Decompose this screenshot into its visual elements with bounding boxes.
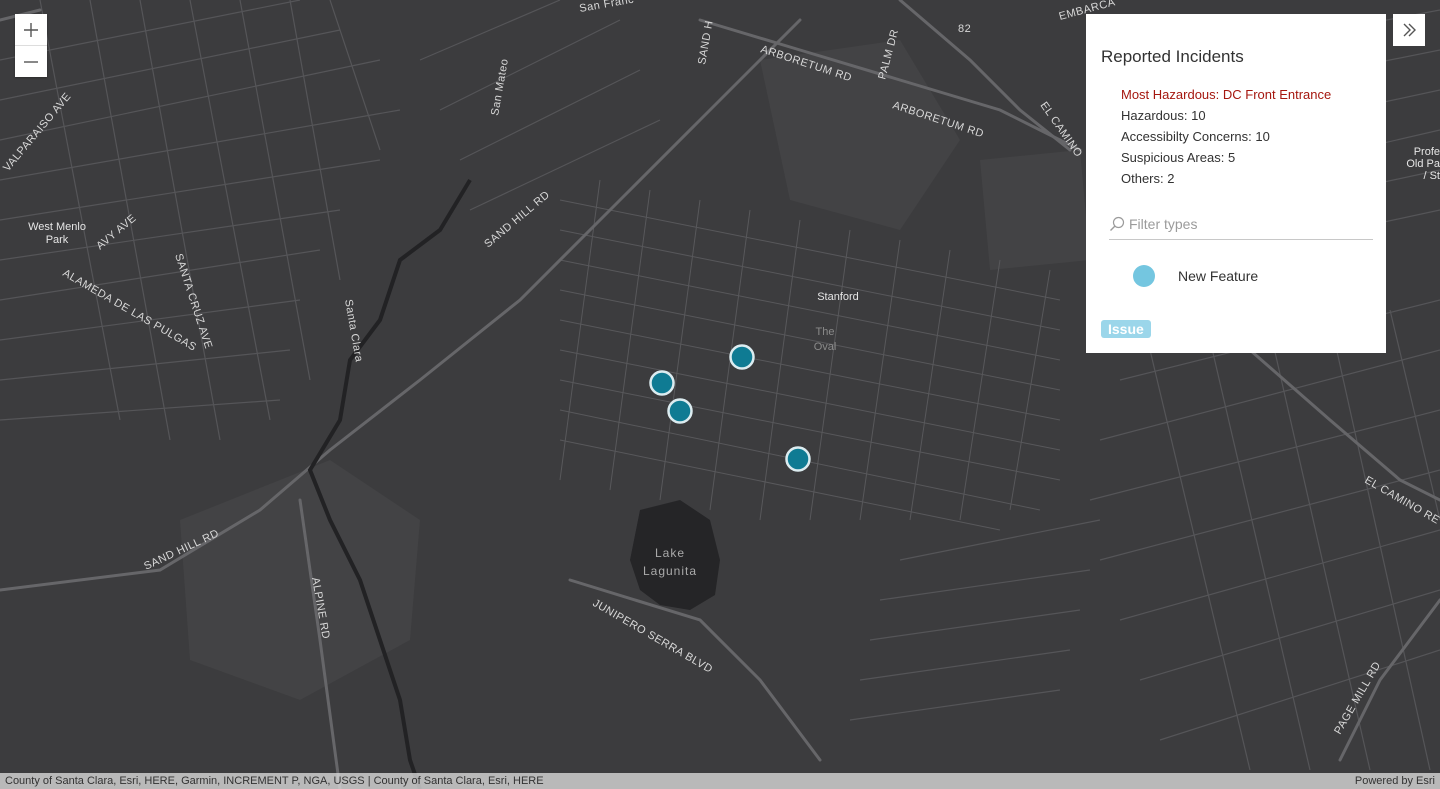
attribution-text: County of Santa Clara, Esri, HERE, Garmi… <box>5 775 544 787</box>
plus-icon <box>24 22 38 37</box>
place-label-lake: Lagunita <box>643 564 697 578</box>
stat-accessibility: Accessibilty Concerns: 10 <box>1121 129 1270 144</box>
minus-icon <box>24 60 38 63</box>
filter-field <box>1109 208 1373 240</box>
issue-button[interactable]: Issue <box>1101 320 1151 338</box>
incident-marker[interactable] <box>729 344 755 370</box>
feature-template-label: New Feature <box>1178 268 1259 284</box>
collapse-panel-button[interactable] <box>1393 14 1425 46</box>
zoom-in-button[interactable] <box>15 14 47 45</box>
place-label-old-palo: Profe <box>1414 146 1440 158</box>
zoom-control <box>15 14 47 77</box>
feature-template-new-feature[interactable]: New Feature <box>1109 254 1373 298</box>
place-label-old-palo: Old Pa <box>1406 158 1440 170</box>
place-label-west-menlo: Park <box>46 234 69 246</box>
incident-marker[interactable] <box>667 398 693 424</box>
place-label-lake: Lake <box>655 546 685 560</box>
attribution-bar: County of Santa Clara, Esri, HERE, Garmi… <box>0 773 1440 789</box>
feature-symbol-icon <box>1133 265 1155 287</box>
incident-marker[interactable] <box>649 370 675 396</box>
place-label-oval: Oval <box>814 341 837 353</box>
incidents-panel: Reported Incidents Most Hazardous: DC Fr… <box>1086 14 1386 353</box>
incident-stats: Most Hazardous: DC Front Entrance Hazard… <box>1121 84 1371 189</box>
stat-most-hazardous: Most Hazardous: DC Front Entrance <box>1121 87 1332 102</box>
incident-marker[interactable] <box>785 446 811 472</box>
place-label-oval: The <box>816 326 835 338</box>
powered-by-esri-link[interactable]: Powered by Esri <box>1355 775 1435 787</box>
place-label-old-palo: / St <box>1423 170 1440 182</box>
route-shield-label: 82 <box>958 23 971 35</box>
stat-hazardous: Hazardous: 10 <box>1121 108 1206 123</box>
place-label-west-menlo: West Menlo <box>28 221 86 233</box>
double-chevron-right-icon <box>1403 23 1416 37</box>
stat-suspicious: Suspicious Areas: 5 <box>1121 150 1236 165</box>
search-icon <box>1110 216 1125 231</box>
place-label-stanford: Stanford <box>817 291 859 303</box>
panel-title: Reported Incidents <box>1101 47 1244 66</box>
stat-others: Others: 2 <box>1121 171 1175 186</box>
filter-types-input[interactable] <box>1125 215 1359 232</box>
zoom-out-button[interactable] <box>15 45 47 77</box>
